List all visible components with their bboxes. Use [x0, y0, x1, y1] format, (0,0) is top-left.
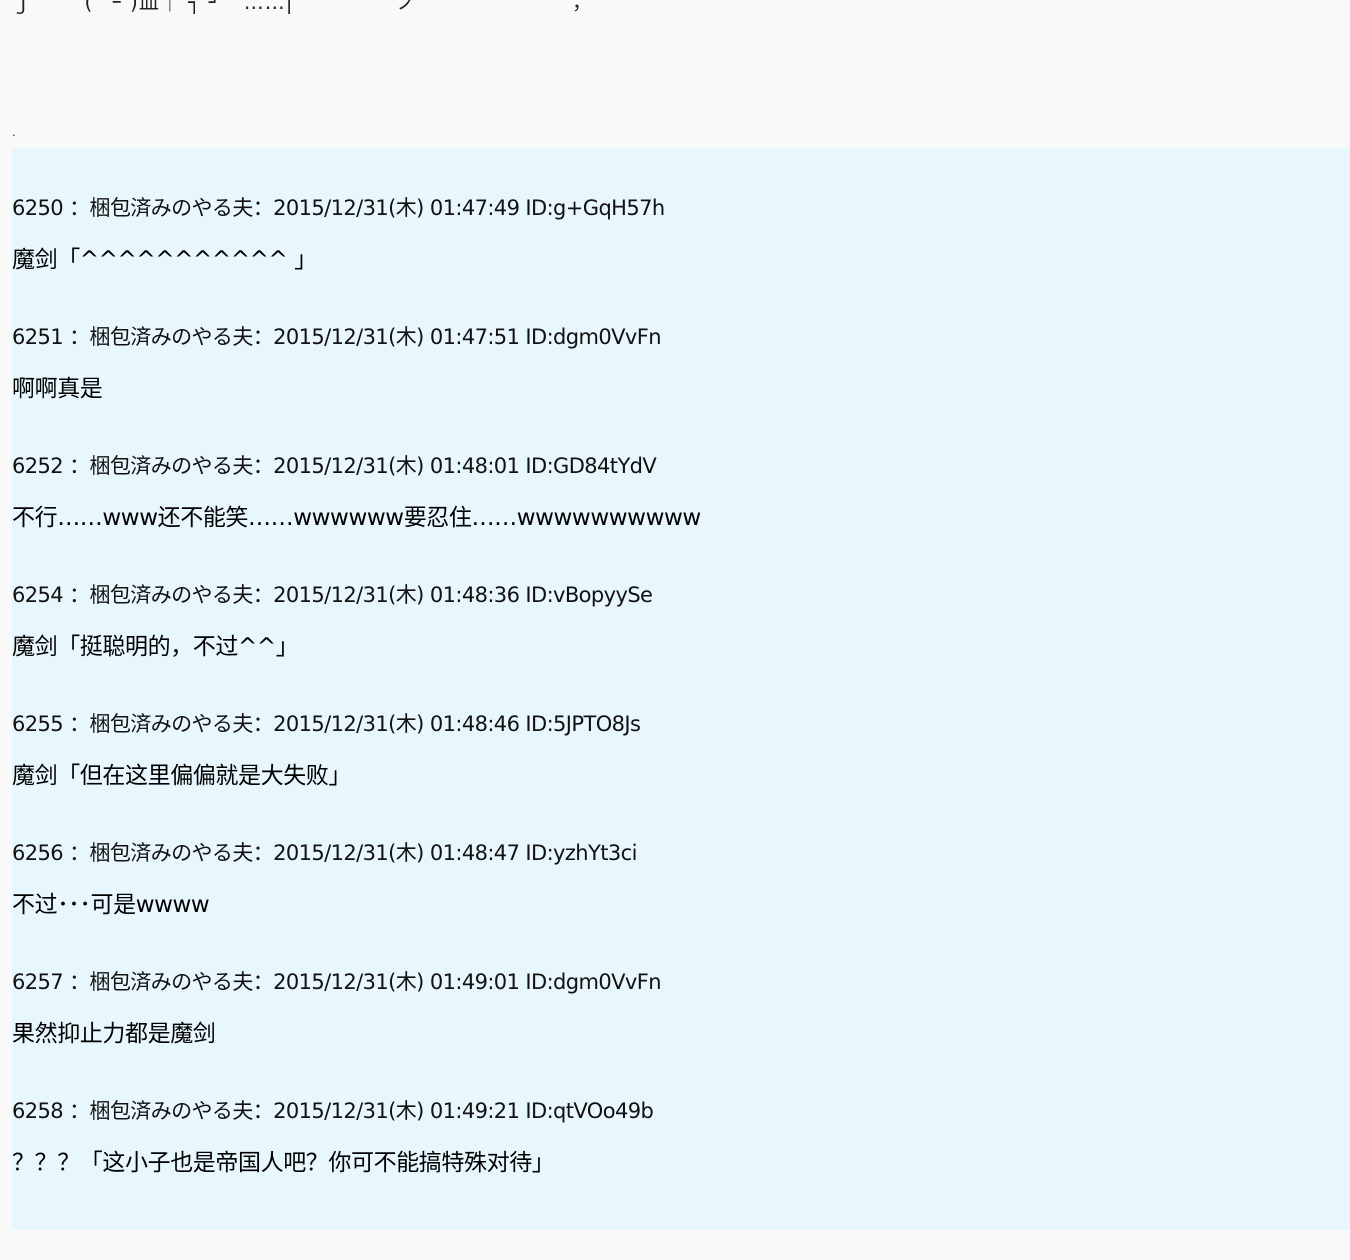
post-header: 6257 ：梱包済みのやる夫：2015/12/31(木) 01:49:01 ID…	[12, 970, 662, 994]
previous-post-fragment: ｊ (ﾟ ｰ )皿｜ ┐ ┘ ……| ノ ， .	[12, 0, 1350, 148]
post-header: 6252 ：梱包済みのやる夫：2015/12/31(木) 01:48:01 ID…	[12, 454, 657, 478]
ascii-art-fragment: ｊ (ﾟ ｰ )皿｜ ┐ ┘ ……| ノ ，	[12, 0, 593, 14]
post-body: 魔剑「^^^^^^^^^^^ 」	[12, 247, 317, 273]
post-body: 魔剑「但在这里偏偏就是大失败」	[12, 763, 352, 789]
post-header: 6250 ：梱包済みのやる夫：2015/12/31(木) 01:47:49 ID…	[12, 196, 665, 220]
separator-dot: .	[12, 125, 16, 139]
post-body: 啊啊真是	[12, 376, 103, 402]
page: ｊ (ﾟ ｰ )皿｜ ┐ ┘ ……| ノ ， . 6250 ：梱包済みのやる夫：…	[0, 0, 1350, 1260]
post-header: 6255 ：梱包済みのやる夫：2015/12/31(木) 01:48:46 ID…	[12, 712, 641, 736]
post-header: 6256 ：梱包済みのやる夫：2015/12/31(木) 01:48:47 ID…	[12, 841, 637, 865]
post-header: 6258 ：梱包済みのやる夫：2015/12/31(木) 01:49:21 ID…	[12, 1099, 654, 1123]
bottom-spacer	[12, 1230, 1350, 1260]
post-body: ？？？「这小子也是帝国人吧？你可不能搞特殊对待」	[12, 1150, 555, 1176]
post-body: 不过･･･可是wwww	[12, 892, 210, 918]
posts-section: 6250 ：梱包済みのやる夫：2015/12/31(木) 01:47:49 ID…	[12, 148, 1350, 1230]
post-header: 6251 ：梱包済みのやる夫：2015/12/31(木) 01:47:51 ID…	[12, 325, 662, 349]
post-body: 魔剑「挺聪明的，不过^^」	[12, 634, 299, 660]
post-body: 果然抑止力都是魔剑	[12, 1021, 216, 1047]
post-body: 不行……www还不能笑……wwwwww要忍住……wwwwwwwwww	[12, 505, 701, 531]
post-header: 6254 ：梱包済みのやる夫：2015/12/31(木) 01:48:36 ID…	[12, 583, 653, 607]
